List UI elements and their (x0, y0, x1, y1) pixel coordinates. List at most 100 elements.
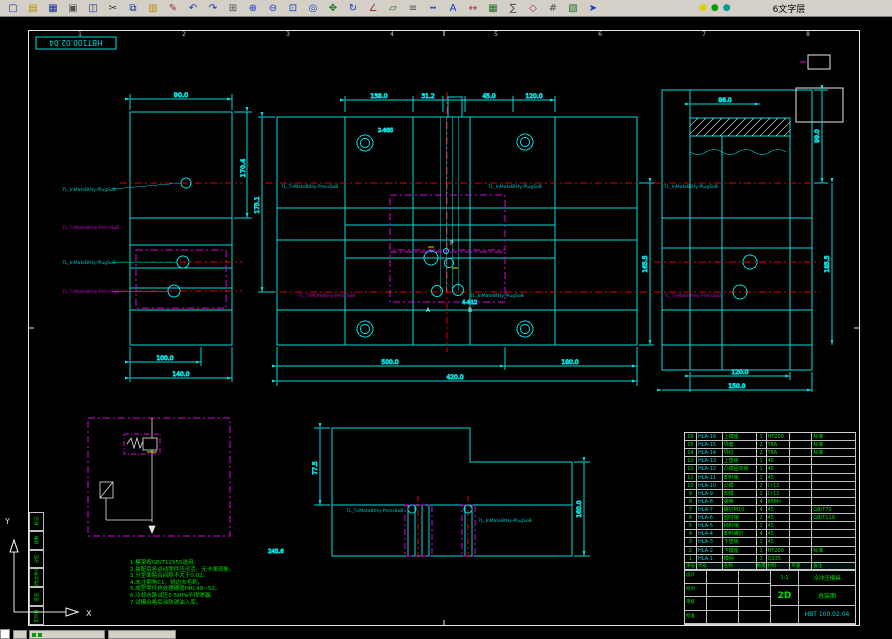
grid-icon[interactable]: # (543, 0, 563, 17)
left-view: 90.0 170.4 100.0 140.0 7L_InMateBtHy-Plu… (62, 91, 252, 382)
leader-label: 7L_InMateBtHy-PlugSoB (664, 184, 718, 190)
zoom-window-icon[interactable]: ⊡ (283, 0, 303, 17)
table-row: 3 HLA-3 下垫板 1 45 (685, 538, 856, 547)
table-row: 13 HLA-13 上垫板 1 45 (685, 457, 856, 466)
dimension-label: 175.1 (254, 196, 261, 213)
print-icon[interactable]: ▣ (63, 0, 83, 17)
bottom-view: 160.0 77.5 245.6 7L_TnMateBtHy-PressSoB … (268, 422, 590, 560)
drawing-number: HBT 100.02.04 (799, 606, 855, 624)
osnap-icon[interactable]: ◇ (523, 0, 543, 17)
dimension-label: 185.5 (824, 255, 831, 272)
format-cell: 2D (771, 586, 799, 606)
layer-dot-yellow[interactable]: ● (699, 1, 707, 16)
dimension-label: 420.0 (446, 374, 463, 381)
point-label: P (450, 240, 454, 247)
table-row: 2 HLA-2 下模座 1 HT200 标准 (685, 546, 856, 555)
open-icon[interactable]: ▤ (23, 0, 43, 17)
paste-icon[interactable]: ▥ (143, 0, 163, 17)
zone-number: 7 (702, 31, 706, 38)
table-row: 15 HLA-15 导套 2 T8A 标准 (685, 441, 856, 450)
undo-icon[interactable]: ↶ (183, 0, 203, 17)
leader-label: 7L_InMateBtHy-PlugSoB (488, 184, 542, 190)
zone-number: 3 (286, 31, 290, 38)
cut-icon[interactable]: ✂ (103, 0, 123, 17)
point-label: B (468, 307, 472, 314)
ucs-axes: X Y (4, 517, 92, 618)
leader-label: 7L_TnMateBtHy-PressSoB (346, 508, 403, 514)
zoom-extents-icon[interactable]: ◎ (303, 0, 323, 17)
redo-icon[interactable]: ↷ (203, 0, 223, 17)
area-icon[interactable]: ▱ (383, 0, 403, 17)
dimension-label: 245.6 (268, 549, 284, 555)
text-icon[interactable]: A (443, 0, 463, 17)
image-icon[interactable]: ▧ (563, 0, 583, 17)
table-icon[interactable]: ▦ (483, 0, 503, 17)
dimension-label: 150.0 (728, 383, 745, 390)
dimension-label: 120.0 (731, 369, 748, 376)
hole-note: 2-Φ35 (378, 128, 393, 134)
dimension-icon[interactable]: ↔ (463, 0, 483, 17)
parts-list-table: 16 HLA-16 上模座 1 HT200 标准 15 HLA-15 导套 2 … (684, 432, 856, 571)
signature-row: 批准 (685, 610, 771, 624)
table-row: 14 HLA-14 导柱 2 T8A 标准 (685, 449, 856, 458)
linetype-icon[interactable]: ╍ (423, 0, 443, 17)
taskbar-fragment[interactable] (13, 630, 27, 639)
note-line: 1.模架按GB/T12555选用。 (130, 560, 199, 566)
note-line: 7.试模合格后涂防锈油入库。 (130, 599, 202, 606)
dimension-label: 77.5 (312, 461, 319, 475)
zone-number: 6 (598, 31, 602, 38)
taskbar-fragment[interactable] (29, 630, 105, 639)
title-block-middle: 1:1 2D (771, 570, 799, 624)
distance-icon[interactable]: ∠ (363, 0, 383, 17)
leader-label: 7L_InMateBtHy-PlugSoB (470, 293, 524, 299)
note-line: 6.冷却水路试压0.5MPa不得渗漏。 (130, 592, 216, 599)
parts-rows: 16 HLA-16 上模座 1 HT200 标准 15 HLA-15 导套 2 … (685, 433, 856, 563)
signature-row: 校对 (685, 583, 771, 597)
zoom-in-icon[interactable]: ⊕ (243, 0, 263, 17)
table-row: 11 HLA-11 卸料板 1 45 (685, 473, 856, 482)
title-block-signature-rows: 设计 校对 审核 批准 (685, 570, 771, 624)
viewport-rect (807, 54, 831, 70)
dimension-label: 120.0 (525, 93, 542, 100)
preview-icon[interactable]: ◫ (83, 0, 103, 17)
layer-dot-cyan[interactable]: ● (723, 1, 731, 16)
dimension-label: 99.0 (814, 129, 821, 143)
taskbar-fragment[interactable] (0, 629, 10, 639)
pan-icon[interactable]: ✥ (323, 0, 343, 17)
title-block-right: 冷冲压模具 总装图 HBT 100.02.04 (799, 570, 855, 624)
x-axis-label: X (86, 609, 92, 618)
dimension-label: 90.0 (174, 91, 188, 99)
calculator-icon[interactable]: ∑ (503, 0, 523, 17)
pointer-icon[interactable]: ➤ (583, 0, 603, 17)
center-view: 138.0 31.2 45.0 120.0 500.0 180.0 420.0 … (254, 92, 654, 386)
insert-block-icon[interactable]: ⊞ (223, 0, 243, 17)
layer-dot-green[interactable]: ● (711, 1, 719, 16)
table-row: 8 HLA-8 弹簧 4 65Mn (685, 497, 856, 506)
save-icon[interactable]: ▦ (43, 0, 63, 17)
current-layer-label[interactable]: 6文字层 (773, 2, 806, 15)
dimension-label: 45.0 (482, 93, 496, 100)
revision-strip-cell: 标记 (29, 512, 44, 531)
dimension-label: 180.0 (561, 359, 578, 366)
revision-strip: 标记 处数 分区 更改文件号 签名 年月日 (29, 512, 44, 625)
leader-label: 7L_TnMateBtHy-PressSoB (62, 225, 119, 231)
leader-label: 7L_TnMateBtHy-PressSoB (664, 293, 721, 299)
layers-icon[interactable]: ≡ (403, 0, 423, 17)
hydraulic-schematic (87, 417, 231, 537)
copy-icon[interactable]: ⧉ (123, 0, 143, 17)
zoom-out-icon[interactable]: ⊖ (263, 0, 283, 17)
format-brush-icon[interactable]: ✎ (163, 0, 183, 17)
taskbar-fragment[interactable] (108, 630, 176, 639)
table-row: 12 HLA-12 凸模固定板 1 45 (685, 465, 856, 474)
frame-label-text: HBT100.02.04 (49, 38, 103, 47)
dimension-label: 100.0 (156, 355, 173, 362)
new-icon[interactable]: ▢ (3, 0, 23, 17)
note-line: 5.成型零件热处理硬度HRC48~52。 (130, 586, 221, 593)
dimension-label: 165.5 (642, 255, 649, 272)
part-name: 冷冲压模具 (799, 570, 855, 586)
table-row: 5 HLA-5 挡料销 1 45 (685, 522, 856, 531)
right-view: 86.0 99.0 185.5 120.0 150.0 7L_InMateBtH… (654, 84, 844, 392)
zone-number: 2 (182, 31, 186, 38)
table-row: 10 HLA-10 凸模 2 Cr12 (685, 481, 856, 490)
redraw-icon[interactable]: ↻ (343, 0, 363, 17)
